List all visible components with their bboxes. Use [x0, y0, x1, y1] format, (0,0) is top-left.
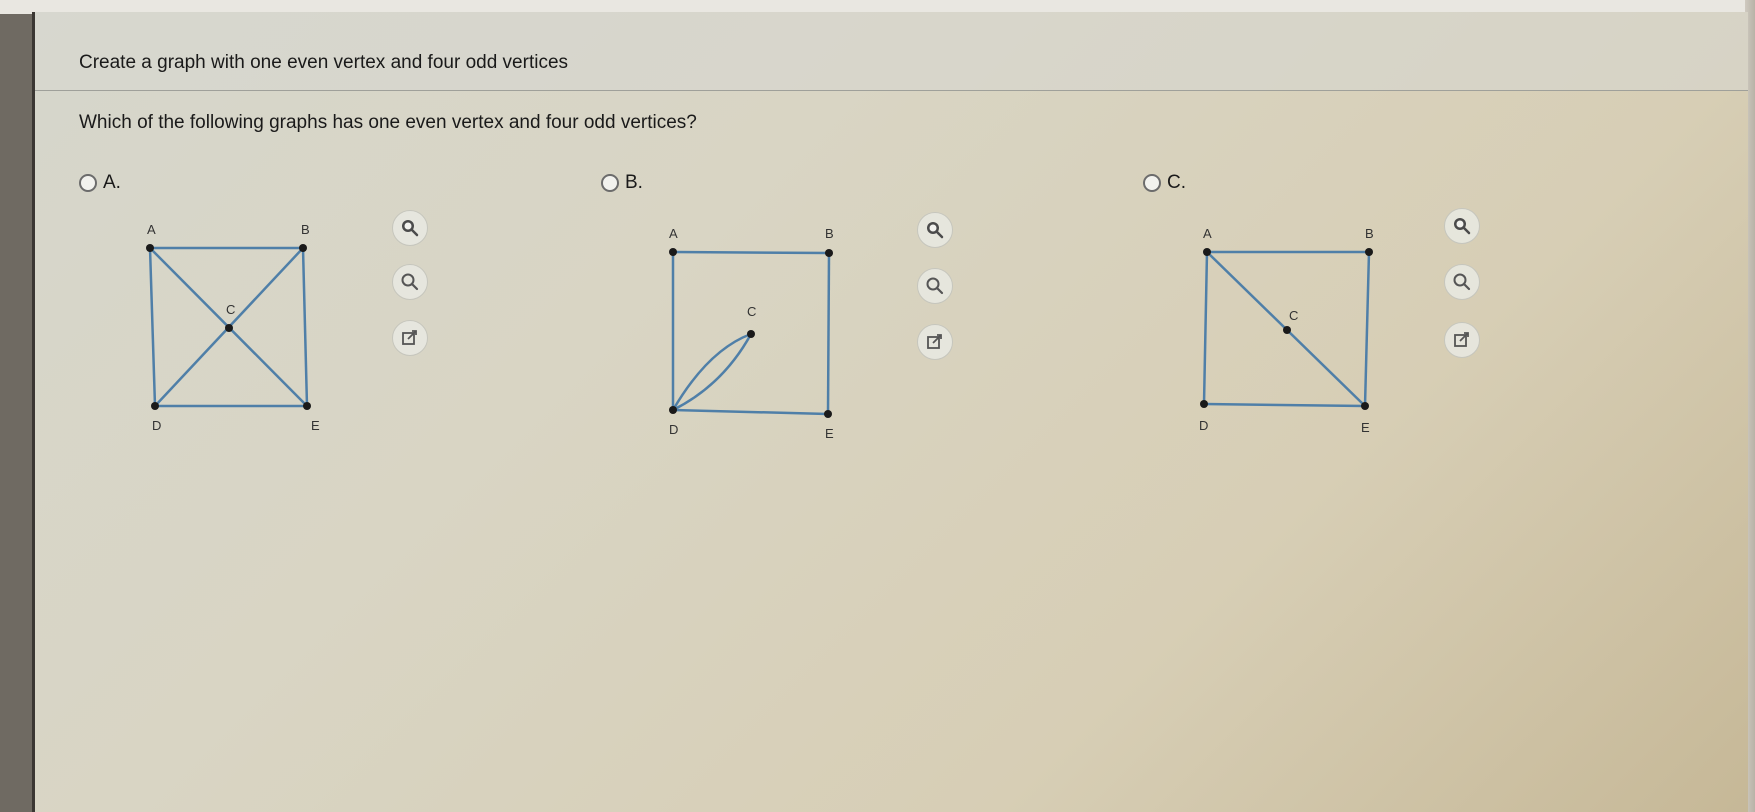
choice-a[interactable]: A. [79, 172, 121, 194]
zoom-out-icon [926, 277, 944, 295]
label-a: A [1203, 226, 1212, 241]
vertex-c [225, 324, 233, 332]
vertex-b [299, 244, 307, 252]
edge-b-e [301, 247, 309, 407]
choice-b[interactable]: B. [601, 172, 643, 194]
edge-b-e [826, 252, 831, 415]
open-external-icon [1454, 332, 1469, 347]
vertex-e [303, 402, 311, 410]
graph-b: A B C D E [669, 226, 834, 441]
label-c: C [747, 304, 756, 319]
edge-d-e [1203, 402, 1366, 408]
zoom-in-icon [927, 222, 944, 239]
label-c: C [226, 302, 235, 317]
screen: Create a graph with one even vertex and … [32, 12, 1748, 812]
open-external-button-a[interactable] [392, 320, 428, 356]
open-external-button-b[interactable] [917, 324, 953, 360]
vertex-a [669, 248, 677, 256]
label-c: C [1289, 308, 1298, 323]
graph-a: A B C D E [146, 222, 320, 433]
edge-c-d-lower [672, 333, 753, 412]
open-external-icon [927, 334, 942, 349]
label-e: E [1361, 420, 1370, 435]
zoom-in-icon [1454, 218, 1471, 235]
zoom-out-button-b[interactable] [917, 268, 953, 304]
label-e: E [311, 418, 320, 433]
choice-a-label: A. [103, 172, 121, 193]
edge-b-e [1363, 251, 1371, 407]
vertex-e [824, 410, 832, 418]
vertex-a [146, 244, 154, 252]
zoom-in-icon [402, 220, 419, 237]
label-b: B [825, 226, 834, 241]
label-d: D [669, 422, 678, 437]
choice-c[interactable]: C. [1143, 172, 1186, 194]
vertex-c [1283, 326, 1291, 334]
label-d: D [152, 418, 161, 433]
choice-b-label: B. [625, 172, 643, 193]
label-a: A [147, 222, 156, 237]
vertex-c [747, 330, 755, 338]
question-text: Which of the following graphs has one ev… [79, 112, 697, 133]
vertex-d [669, 406, 677, 414]
label-a: A [669, 226, 678, 241]
choice-c-label: C. [1167, 172, 1186, 193]
radio-button-c[interactable] [1143, 174, 1161, 192]
zoom-in-button-c[interactable] [1444, 208, 1480, 244]
radio-button-b[interactable] [601, 174, 619, 192]
title-bar: Create a graph with one even vertex and … [35, 12, 1748, 91]
vertex-a [1203, 248, 1211, 256]
vertex-e [1361, 402, 1369, 410]
vertex-d [151, 402, 159, 410]
label-b: B [1365, 226, 1374, 241]
label-d: D [1199, 418, 1208, 433]
edge-a-b [672, 250, 830, 255]
label-e: E [825, 426, 834, 441]
vertex-b [825, 249, 833, 257]
edge-a-d [1202, 251, 1209, 405]
edge-a-d [148, 247, 157, 407]
radio-button-a[interactable] [79, 174, 97, 192]
edge-c-d-upper [671, 332, 752, 411]
zoom-out-icon [1453, 273, 1471, 291]
graph-c: A B C D E [1199, 226, 1374, 435]
zoom-in-button-b[interactable] [917, 212, 953, 248]
page-title: Create a graph with one even vertex and … [79, 52, 569, 73]
open-external-icon [402, 330, 417, 345]
vertex-b [1365, 248, 1373, 256]
edge-d-e [672, 408, 829, 416]
zoom-in-button-a[interactable] [392, 210, 428, 246]
label-b: B [301, 222, 310, 237]
vertex-d [1200, 400, 1208, 408]
zoom-out-button-a[interactable] [392, 264, 428, 300]
open-external-button-c[interactable] [1444, 322, 1480, 358]
zoom-out-icon [401, 273, 419, 291]
zoom-out-button-c[interactable] [1444, 264, 1480, 300]
